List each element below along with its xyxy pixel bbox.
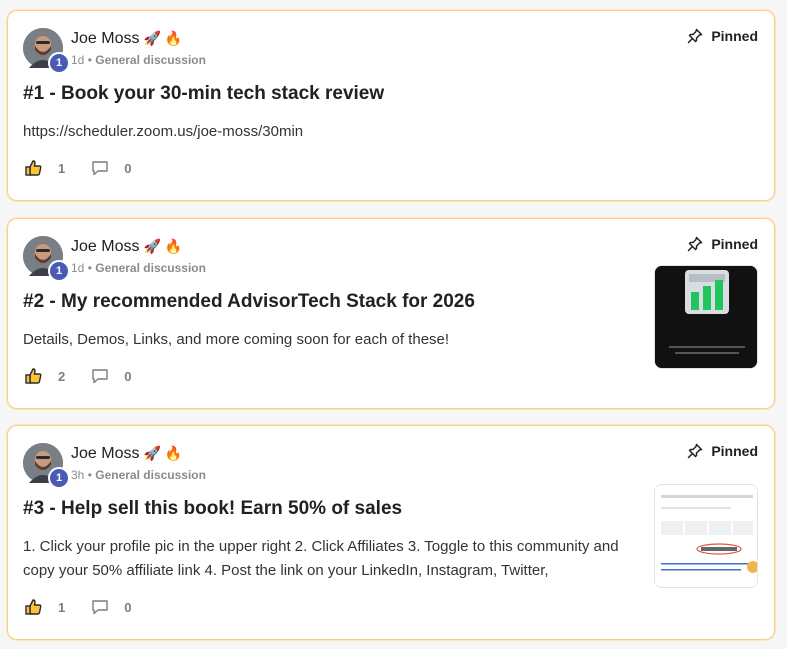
avatar[interactable]: 1 xyxy=(23,28,70,74)
meta-separator: • xyxy=(87,53,92,67)
level-badge: 1 xyxy=(48,260,70,282)
post-meta: 3h • General discussion xyxy=(71,468,206,482)
level-badge: 1 xyxy=(48,52,70,74)
thumbs-up-icon xyxy=(25,599,42,615)
author-name[interactable]: Joe Moss 🚀 🔥 xyxy=(71,445,182,463)
post-time: 1d xyxy=(71,261,85,275)
pin-icon xyxy=(688,443,703,459)
thumbnail-image xyxy=(655,485,757,587)
post-actions: 1 0 xyxy=(24,597,156,617)
pinned-badge: Pinned xyxy=(687,443,758,459)
thumbs-up-icon xyxy=(25,368,42,384)
post-body[interactable]: 1. Click your profile pic in the upper r… xyxy=(23,535,643,583)
like-count: 1 xyxy=(58,160,66,176)
post-card[interactable]: 1 Joe Moss 🚀 🔥 1d • General discussion Pi… xyxy=(7,218,775,409)
comment-count: 0 xyxy=(124,368,132,384)
post-thumbnail[interactable] xyxy=(654,265,758,369)
pinned-badge: Pinned xyxy=(687,28,758,44)
like-button[interactable] xyxy=(24,597,44,617)
author-name-text: Joe Moss xyxy=(71,445,140,462)
author-name[interactable]: Joe Moss 🚀 🔥 xyxy=(71,238,182,256)
comment-count: 0 xyxy=(124,160,132,176)
post-category[interactable]: General discussion xyxy=(95,53,206,67)
author-name-text: Joe Moss xyxy=(71,238,140,255)
avatar[interactable]: 1 xyxy=(23,443,70,489)
pin-icon xyxy=(688,236,703,252)
post-time: 1d xyxy=(71,53,85,67)
level-badge: 1 xyxy=(48,467,70,489)
post-title[interactable]: #3 - Help sell this book! Earn 50% of sa… xyxy=(23,498,402,520)
comment-icon xyxy=(92,369,108,384)
pinned-badge: Pinned xyxy=(687,236,758,252)
post-category[interactable]: General discussion xyxy=(95,468,206,482)
author-name-text: Joe Moss xyxy=(71,30,140,47)
comment-icon xyxy=(92,161,108,176)
author-emojis: 🚀 🔥 xyxy=(143,238,183,254)
post-time: 3h xyxy=(71,468,85,482)
pinned-label: Pinned xyxy=(711,236,758,252)
post-card[interactable]: 1 Joe Moss 🚀 🔥 1d • General discussion Pi… xyxy=(7,10,775,201)
post-meta: 1d • General discussion xyxy=(71,53,206,67)
thumbnail-image xyxy=(655,266,757,368)
comment-count: 0 xyxy=(124,599,132,615)
post-body[interactable]: Details, Demos, Links, and more coming s… xyxy=(23,328,643,352)
pin-icon xyxy=(688,28,703,44)
post-title[interactable]: #1 - Book your 30-min tech stack review xyxy=(23,83,384,105)
like-button[interactable] xyxy=(24,366,44,386)
post-category[interactable]: General discussion xyxy=(95,261,206,275)
post-thumbnail[interactable] xyxy=(654,484,758,588)
thumbs-up-icon xyxy=(25,160,42,176)
avatar[interactable]: 1 xyxy=(23,236,70,282)
meta-separator: • xyxy=(87,468,92,482)
like-button[interactable] xyxy=(24,158,44,178)
post-title[interactable]: #2 - My recommended AdvisorTech Stack fo… xyxy=(23,291,475,313)
author-name[interactable]: Joe Moss 🚀 🔥 xyxy=(71,30,182,48)
like-count: 1 xyxy=(58,599,66,615)
post-card[interactable]: 1 Joe Moss 🚀 🔥 3h • General discussion Pi… xyxy=(7,425,775,640)
post-body[interactable]: https://scheduler.zoom.us/joe-moss/30min xyxy=(23,120,723,144)
pinned-label: Pinned xyxy=(711,443,758,459)
post-actions: 2 0 xyxy=(24,366,156,386)
author-emojis: 🚀 🔥 xyxy=(143,445,183,461)
meta-separator: • xyxy=(87,261,92,275)
post-actions: 1 0 xyxy=(24,158,156,178)
comment-button[interactable] xyxy=(90,158,110,178)
comment-button[interactable] xyxy=(90,597,110,617)
comment-icon xyxy=(92,600,108,615)
author-emojis: 🚀 🔥 xyxy=(143,30,183,46)
post-meta: 1d • General discussion xyxy=(71,261,206,275)
like-count: 2 xyxy=(58,368,66,384)
pinned-label: Pinned xyxy=(711,28,758,44)
comment-button[interactable] xyxy=(90,366,110,386)
